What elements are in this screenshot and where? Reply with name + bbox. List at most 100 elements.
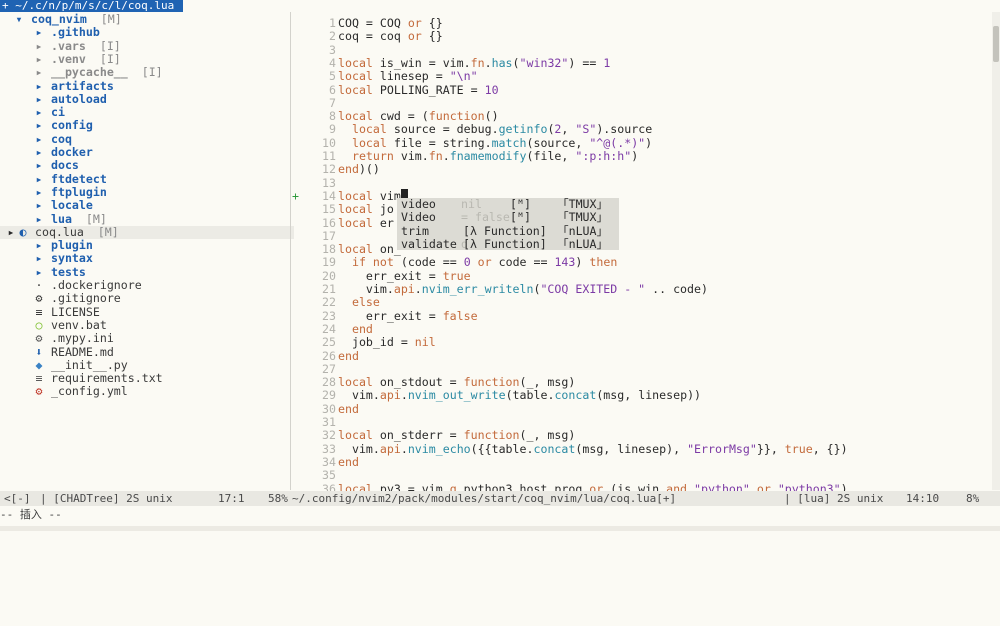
tree-item[interactable]: ▸ config bbox=[34, 119, 93, 132]
tree-item[interactable]: ▸ docker bbox=[34, 146, 93, 159]
line-number: 30 bbox=[322, 401, 336, 416]
code-text: local jo bbox=[338, 202, 394, 217]
tree-item[interactable]: ⚙ .mypy.ini bbox=[34, 332, 114, 345]
code-editor[interactable]: 1 COQ = COQ or {} 2 coq = coq or {} 3 4 local … bbox=[292, 12, 992, 496]
tree-item[interactable]: · .dockerignore bbox=[34, 279, 142, 292]
file-icon: · bbox=[35, 278, 43, 292]
line-number: 21 bbox=[322, 282, 336, 296]
tree-item[interactable]: ▸ docs bbox=[34, 159, 79, 172]
folder-icon: ▸ bbox=[35, 211, 43, 226]
lua-icon: ◐ bbox=[19, 224, 27, 239]
active-tab[interactable]: + ~/.c/n/p/m/s/c/l/coq.lua bbox=[0, 0, 183, 12]
tree-item[interactable]: ▸ .vars [I] bbox=[34, 38, 121, 53]
tree-item-label: tests bbox=[44, 264, 86, 279]
tree-item[interactable]: ▸ ftplugin bbox=[34, 184, 107, 199]
code-text: end bbox=[351, 321, 373, 336]
window-split-divider[interactable] bbox=[290, 12, 291, 490]
tab-modified-marker: + bbox=[2, 0, 9, 12]
folder-icon: ▸ bbox=[35, 65, 43, 80]
tree-item-label: requirements.txt bbox=[44, 371, 163, 386]
tree-item-label: LICENSE bbox=[44, 304, 100, 319]
completion-word: trim bbox=[401, 223, 429, 238]
completion-kind: [λ Function] bbox=[463, 223, 547, 238]
git-status-flag: [M] bbox=[71, 211, 107, 226]
tree-item-label: lua bbox=[44, 211, 72, 226]
completion-item[interactable]: Video = false [ᴹ] 「TMUX」 bbox=[397, 211, 619, 224]
line-number: 17 bbox=[322, 228, 336, 243]
tree-item[interactable]: ⬇ README.md bbox=[34, 345, 114, 359]
code-text: else bbox=[351, 295, 380, 310]
git-status-flag: [M] bbox=[83, 224, 119, 239]
line-number: 25 bbox=[322, 335, 336, 350]
line-number: 3 bbox=[329, 42, 336, 57]
tree-item[interactable]: ▸ coq bbox=[34, 132, 72, 146]
line-number: 8 bbox=[329, 109, 336, 124]
status-mode: <[-] bbox=[4, 492, 31, 505]
editor-scrollbar[interactable] bbox=[992, 12, 1000, 490]
code-text: vim.api.nvim_echo({{table.concat(msg, li… bbox=[338, 441, 848, 456]
tree-item[interactable]: ▸ syntax bbox=[34, 252, 93, 265]
completion-ghost-text: nil bbox=[461, 197, 482, 211]
line-number: 1 bbox=[329, 16, 336, 30]
line-number: 15 bbox=[322, 202, 336, 217]
line-number: 32 bbox=[322, 428, 336, 443]
code-text: local source = debug.getinfo(2, "S").sou… bbox=[351, 122, 653, 137]
tree-item[interactable]: ≡ requirements.txt bbox=[34, 372, 163, 385]
tree-item-label: .dockerignore bbox=[44, 278, 142, 292]
git-status-flag: [I] bbox=[85, 38, 121, 53]
folder-icon: ▸ bbox=[35, 251, 43, 266]
completion-kind: [ᴹ] bbox=[510, 197, 531, 211]
code-text: coq = coq or {} bbox=[338, 29, 443, 44]
tree-item[interactable]: ▸ locale bbox=[34, 199, 93, 212]
folder-icon: ▸ bbox=[35, 38, 43, 53]
status-file-percent: 8% bbox=[966, 492, 980, 505]
status-tree-percent: 58% bbox=[268, 492, 288, 505]
tree-item-label: ftplugin bbox=[44, 184, 107, 199]
file-tree-panel[interactable]: ▾ coq_nvim [M] ▸ .github ▸ .vars [I] ▸ .ven… bbox=[0, 12, 294, 490]
window-bottom-edge bbox=[0, 526, 1000, 531]
folder-open-icon: ▾ bbox=[15, 12, 23, 26]
tree-item[interactable]: ≡ LICENSE bbox=[34, 304, 100, 319]
tree-item-label: syntax bbox=[44, 251, 93, 266]
tree-item-current-file[interactable]: ▸ ◐ coq.lua [M] bbox=[0, 224, 294, 239]
tree-item[interactable]: ⚙ .gitignore bbox=[34, 292, 121, 305]
tree-item-label: ci bbox=[44, 105, 65, 120]
tree-item[interactable]: ▸ ci bbox=[34, 106, 65, 119]
folder-icon: ▸ bbox=[35, 105, 43, 120]
tree-item[interactable]: ▸ ftdetect bbox=[34, 171, 107, 186]
code-text: local on_ bbox=[338, 242, 401, 257]
line-number: 9 bbox=[329, 122, 336, 137]
tree-item[interactable]: ▸ autoload bbox=[34, 92, 107, 106]
completion-item[interactable]: video nil [ᴹ] 「TMUX」 bbox=[397, 198, 619, 211]
tree-item-label: venv.bat bbox=[44, 317, 107, 332]
tree-item[interactable]: ▸ plugin bbox=[34, 239, 93, 252]
completion-item[interactable]: validate d [λ Function] 「nLUA」 bbox=[397, 236, 619, 251]
tree-item[interactable]: ▸ lua [M] bbox=[34, 211, 107, 226]
tree-item[interactable]: ▸ __pycache__ [I] bbox=[34, 66, 163, 79]
line-number: 7 bbox=[329, 95, 336, 110]
line-number: 6 bbox=[329, 82, 336, 97]
tree-item[interactable]: ▸ .github bbox=[34, 26, 100, 39]
completion-source: 「TMUX」 bbox=[557, 210, 609, 225]
tree-item[interactable]: ▸ tests bbox=[34, 264, 86, 279]
tree-item-label: .vars bbox=[44, 38, 86, 53]
tree-root[interactable]: ▾ coq_nvim [M] bbox=[14, 13, 122, 26]
completion-popup[interactable]: video nil [ᴹ] 「TMUX」 Video = false [ᴹ] 「TMUX」 tr… bbox=[397, 198, 619, 250]
completion-word: validate bbox=[401, 236, 457, 251]
folder-icon: ▸ bbox=[35, 171, 43, 186]
completion-item[interactable]: trim [λ Function] 「nLUA」 bbox=[397, 223, 619, 238]
scrollbar-thumb[interactable] bbox=[993, 26, 999, 62]
tree-item[interactable]: ○ venv.bat bbox=[34, 317, 107, 332]
tree-item-label: .venv bbox=[44, 51, 86, 66]
command-line: -- 插入 -- bbox=[0, 508, 62, 521]
code-text: local on_stderr = function(_, msg) bbox=[338, 428, 576, 443]
tree-item[interactable]: ◆ __init__.py bbox=[34, 358, 128, 372]
folder-icon: ▸ bbox=[35, 118, 43, 133]
tree-item[interactable]: ⚙ _config.yml bbox=[34, 385, 128, 398]
tree-item[interactable]: ▸ .venv [I] bbox=[34, 51, 121, 66]
code-text: local is_win = vim.fn.has("win32") == 1 bbox=[338, 55, 611, 70]
code-text: vim.api.nvim_err_writeln("COQ EXITED - "… bbox=[338, 282, 708, 296]
tabline: + ~/.c/n/p/m/s/c/l/coq.lua bbox=[0, 0, 1000, 12]
tab-path: ~/.c/n/p/m/s/c/l/coq.lua bbox=[8, 0, 181, 12]
tree-item[interactable]: ▸ artifacts bbox=[34, 79, 114, 93]
